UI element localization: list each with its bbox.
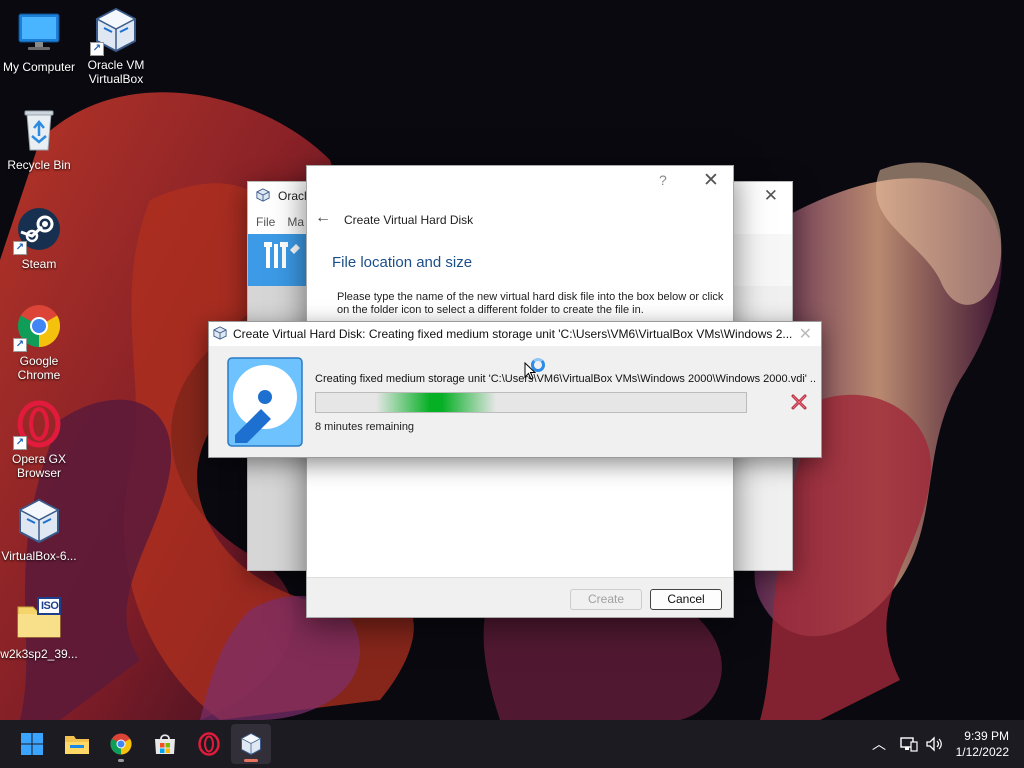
page-title: File location and size (332, 254, 473, 271)
desktop-icon-recycle-bin[interactable]: Recycle Bin (0, 106, 78, 172)
close-icon[interactable]: ✕ (703, 169, 719, 192)
taskbar-virtualbox[interactable] (231, 724, 271, 764)
desktop-icon-label: Google Chrome (17, 354, 61, 382)
progress-bar-indicator (376, 393, 496, 412)
desktop-icon-label: VirtualBox-6... (1, 549, 77, 563)
menu-machine[interactable]: Ma (287, 215, 304, 229)
running-indicator (244, 759, 258, 762)
progress-title: Create Virtual Hard Disk: Creating fixed… (233, 327, 793, 341)
start-icon (21, 733, 43, 755)
virtualbox-icon (240, 732, 262, 756)
menu-file[interactable]: File (256, 215, 275, 229)
taskbar-file-explorer[interactable] (57, 724, 97, 764)
cancel-button[interactable]: Cancel (650, 589, 722, 610)
desktop-icon-iso-folder[interactable]: ISO w2k3sp2_39... (0, 595, 78, 661)
steam-icon: ↗ (13, 205, 63, 255)
opera-gx-icon (198, 732, 220, 756)
virtualbox-icon (256, 187, 270, 205)
shortcut-arrow-icon: ↗ (13, 436, 27, 450)
help-button[interactable]: ? (659, 172, 667, 188)
virtualbox-icon (213, 325, 227, 343)
chrome-icon: ↗ (13, 302, 63, 352)
progress-dialog[interactable]: Create Virtual Hard Disk: Creating fixed… (208, 321, 822, 458)
desktop-icon-my-computer[interactable]: My Computer (0, 8, 78, 74)
tools-button[interactable] (248, 234, 308, 286)
taskbar-clock[interactable]: 9:39 PM 1/12/2022 (956, 728, 1009, 760)
chevron-up-icon: ︿ (872, 736, 886, 752)
desktop-icon-label: Steam (21, 257, 57, 271)
clock-time: 9:39 PM (964, 729, 1009, 743)
virtualbox-icon: ↗ (90, 6, 140, 56)
desktop-icon-label: My Computer (2, 60, 76, 74)
recycle-bin-icon (15, 106, 63, 154)
wizard-header: Create Virtual Hard Disk (344, 213, 474, 227)
mouse-cursor-icon (524, 361, 537, 383)
desktop-icon-label: Recycle Bin (7, 158, 71, 172)
clock-date: 1/12/2022 (955, 745, 1009, 759)
desktop-icon-virtualbox[interactable]: ↗ Oracle VM VirtualBox (77, 6, 155, 86)
microsoft-store-icon (155, 734, 175, 754)
close-icon[interactable]: ✕ (764, 186, 778, 206)
desktop-icon-google-chrome[interactable]: ↗ Google Chrome (0, 302, 78, 382)
time-remaining: 8 minutes remaining (315, 421, 415, 433)
window-titlebar[interactable]: Create Virtual Hard Disk: Creating fixed… (209, 322, 821, 346)
taskbar-microsoft-store[interactable] (145, 724, 185, 764)
iso-folder-icon: ISO (15, 595, 63, 643)
taskbar: ︿ 9:39 PM 1/12/2022 (0, 720, 1024, 768)
wizard-footer: Create Cancel (307, 577, 733, 617)
progress-description: Creating fixed medium storage unit 'C:\U… (315, 373, 815, 385)
running-indicator (118, 759, 124, 762)
desktop-icon-virtualbox-installer[interactable]: VirtualBox-6... (0, 497, 78, 563)
cancel-operation-icon[interactable] (791, 393, 807, 411)
shortcut-arrow-icon: ↗ (13, 241, 27, 255)
shortcut-arrow-icon: ↗ (90, 42, 104, 56)
start-button[interactable] (12, 724, 52, 764)
close-icon[interactable]: ✕ (799, 324, 812, 344)
opera-gx-icon: ↗ (13, 400, 63, 450)
volume-icon[interactable] (925, 720, 943, 768)
desktop-icon-label: Oracle VM VirtualBox (87, 58, 145, 86)
monitor-icon (15, 8, 63, 56)
instruction-text: Please type the name of the new virtual … (337, 291, 724, 316)
progress-bar (315, 392, 747, 413)
shortcut-arrow-icon: ↗ (13, 338, 27, 352)
tools-icon (264, 242, 300, 268)
iso-badge: ISO (41, 600, 59, 612)
desktop-icon-steam[interactable]: ↗ Steam (0, 205, 78, 271)
virtualbox-installer-icon (15, 497, 63, 545)
network-icon[interactable] (900, 720, 918, 768)
desktop-icon-label: Opera GX Browser (11, 452, 67, 480)
taskbar-chrome[interactable] (101, 724, 141, 764)
back-arrow-icon[interactable]: ← (315, 209, 331, 227)
file-explorer-icon (65, 736, 89, 754)
taskbar-opera-gx[interactable] (189, 724, 229, 764)
desktop-icon-label: w2k3sp2_39... (0, 647, 78, 661)
create-button[interactable]: Create (570, 589, 642, 610)
desktop-icon-opera-gx[interactable]: ↗ Opera GX Browser (0, 400, 78, 480)
chrome-icon (110, 733, 132, 755)
show-hidden-icons-button[interactable]: ︿ (872, 720, 886, 768)
hard-disk-icon (227, 357, 303, 447)
